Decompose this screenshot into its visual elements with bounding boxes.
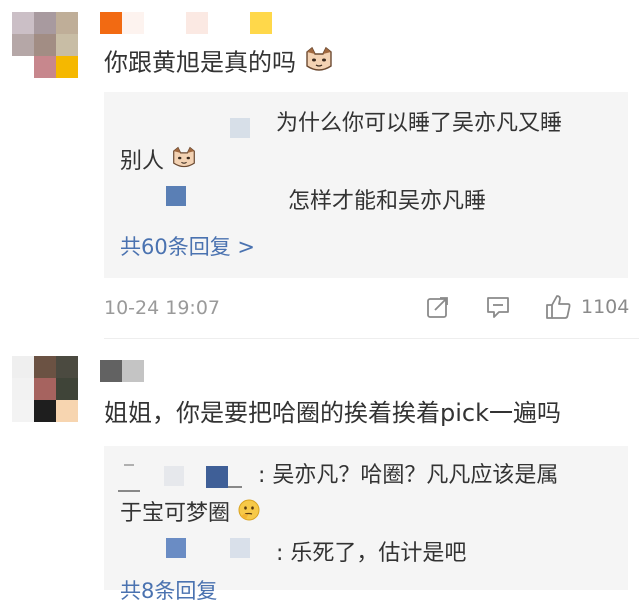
reply-username-redacted[interactable] bbox=[166, 186, 186, 206]
more-replies-link[interactable]: 共60条回复 > bbox=[120, 234, 255, 260]
thumbs-up-icon bbox=[546, 295, 571, 319]
share-button[interactable] bbox=[425, 294, 451, 320]
reply-text-continued: 于宝可梦圈 bbox=[120, 498, 261, 530]
comment-text: 姐姐，你是要把哈圈的挨着挨着pick一遍吗 bbox=[104, 399, 561, 427]
cat-face-emoji bbox=[304, 46, 334, 81]
reply-username-redacted bbox=[228, 486, 242, 488]
username-redacted bbox=[122, 12, 144, 34]
divider bbox=[104, 338, 639, 339]
comment-button[interactable] bbox=[485, 294, 511, 320]
reply-username-redacted bbox=[230, 538, 250, 558]
reply-username-redacted[interactable] bbox=[166, 538, 186, 558]
like-button[interactable]: 1104 bbox=[543, 292, 633, 322]
comment-text: 你跟黄旭是真的吗 bbox=[104, 46, 334, 81]
username-redacted[interactable] bbox=[100, 12, 122, 34]
more-replies-link[interactable]: 共8条回复 bbox=[120, 578, 217, 604]
reply-text: : 吴亦凡？哈圈？凡凡应该是属 bbox=[258, 463, 559, 488]
reply-username-redacted bbox=[118, 490, 140, 492]
reply-text: : 乐死了，估计是吧 bbox=[276, 541, 467, 566]
like-count: 1104 bbox=[581, 296, 630, 318]
reply-username-redacted[interactable] bbox=[230, 118, 250, 138]
username-redacted bbox=[250, 12, 272, 34]
reply-text: 怎样才能和吴亦凡睡 bbox=[288, 189, 487, 214]
comment-icon bbox=[487, 297, 509, 318]
cat-face-emoji bbox=[171, 146, 197, 178]
reply-text-continued: 别人 bbox=[120, 146, 197, 178]
reply-username-redacted bbox=[206, 466, 228, 488]
reply-username-redacted[interactable] bbox=[124, 464, 134, 466]
username-redacted bbox=[122, 360, 144, 382]
avatar[interactable] bbox=[12, 356, 78, 422]
thinking-face-emoji bbox=[237, 498, 261, 530]
avatar[interactable] bbox=[12, 12, 78, 78]
reply-username-redacted bbox=[164, 466, 184, 486]
username-redacted bbox=[186, 12, 208, 34]
username-redacted[interactable] bbox=[100, 360, 122, 382]
share-icon bbox=[427, 297, 448, 318]
reply-text: 为什么你可以睡了吴亦凡又睡 bbox=[276, 111, 563, 136]
timestamp: 10-24 19:07 bbox=[104, 297, 221, 319]
